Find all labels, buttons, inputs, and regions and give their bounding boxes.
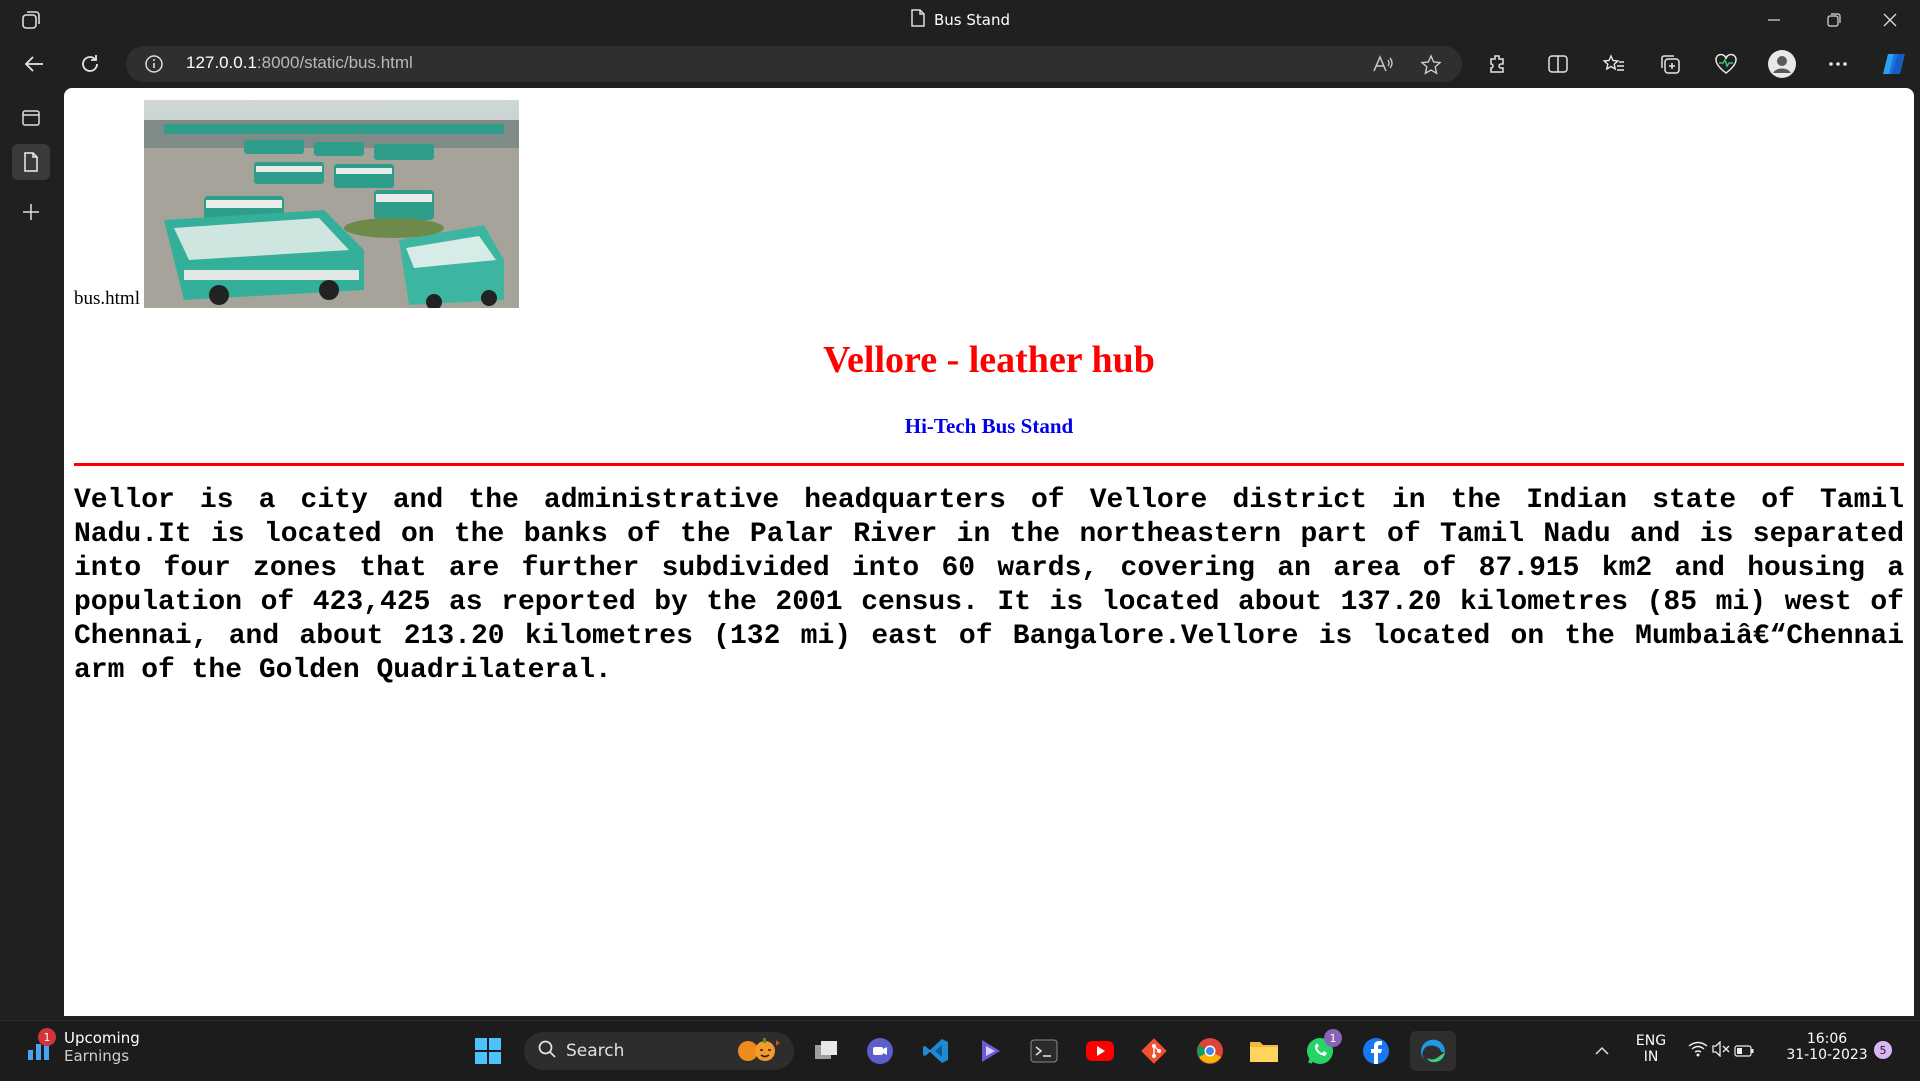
search-highlight-pumpkin-icon: [732, 1034, 788, 1068]
region-code: IN: [1643, 1049, 1659, 1065]
media-player-icon[interactable]: [972, 1033, 1008, 1069]
window-title-text: Bus Stand: [934, 11, 1011, 29]
clock[interactable]: 16:06 31-10-2023: [1772, 1031, 1882, 1063]
profile-avatar[interactable]: [1764, 48, 1800, 80]
browser-essentials-icon[interactable]: [1708, 48, 1744, 80]
widget-title: Upcoming: [64, 1029, 140, 1047]
split-screen-icon[interactable]: [1540, 48, 1576, 80]
sidebar-rail: [0, 88, 64, 1018]
system-tray-status[interactable]: [1684, 1033, 1758, 1069]
read-aloud-icon[interactable]: [1372, 54, 1394, 78]
clock-date: 31-10-2023: [1786, 1047, 1868, 1063]
show-hidden-icons-chevron-icon[interactable]: [1584, 1033, 1620, 1069]
close-button[interactable]: [1862, 0, 1918, 40]
extensions-icon[interactable]: [1480, 48, 1516, 80]
taskbar-search[interactable]: Search: [524, 1032, 794, 1070]
task-view-icon[interactable]: [808, 1033, 844, 1069]
active-tab-page-icon[interactable]: [12, 144, 50, 180]
widgets-button[interactable]: 1 Upcoming Earnings: [24, 1028, 140, 1065]
navigation-bar: 127.0.0.1:8000/static/bus.html: [0, 40, 1920, 88]
clock-time: 16:06: [1806, 1031, 1848, 1047]
vertical-tabs-icon[interactable]: [12, 100, 50, 136]
chrome-icon[interactable]: [1192, 1033, 1228, 1069]
facebook-icon[interactable]: [1358, 1033, 1394, 1069]
description-paragraph: Vellor is a city and the administrative …: [74, 485, 1904, 686]
widget-badge: 1: [38, 1028, 56, 1046]
youtube-icon[interactable]: [1082, 1033, 1118, 1069]
taskbar: 1 Upcoming Earnings Search 1 ENG IN 16:0…: [0, 1020, 1920, 1081]
restore-button[interactable]: [1806, 0, 1862, 40]
more-options-icon[interactable]: [1820, 48, 1856, 80]
start-button[interactable]: [470, 1033, 506, 1069]
page-subheading: Hi-Tech Bus Stand: [904, 414, 1074, 438]
url-path: :8000/static/bus.html: [256, 53, 413, 72]
copilot-icon[interactable]: [1876, 48, 1912, 80]
language-indicator[interactable]: ENG IN: [1626, 1033, 1676, 1065]
favorite-star-icon[interactable]: [1420, 54, 1442, 80]
page-icon: [910, 9, 926, 31]
battery-icon: [1734, 1042, 1754, 1061]
horizontal-rule: [74, 463, 1904, 466]
favorites-icon[interactable]: [1596, 48, 1632, 80]
teams-meet-icon[interactable]: [862, 1033, 898, 1069]
widget-subtitle: Earnings: [64, 1047, 130, 1065]
terminal-icon[interactable]: [1026, 1033, 1062, 1069]
minimize-button[interactable]: [1746, 0, 1802, 40]
vscode-icon[interactable]: [918, 1033, 954, 1069]
url-text[interactable]: 127.0.0.1:8000/static/bus.html: [186, 53, 413, 73]
web-page-content: bus.html Vellore - leather hub Hi-Tech B…: [64, 88, 1914, 1016]
image-row: bus.html: [74, 98, 519, 309]
site-info-icon[interactable]: [144, 54, 164, 78]
search-label: Search: [566, 1041, 625, 1061]
title-bar: Bus Stand: [0, 0, 1920, 40]
stock-chart-icon: 1: [24, 1028, 56, 1062]
back-button[interactable]: [16, 48, 52, 80]
refresh-button[interactable]: [72, 48, 108, 80]
file-explorer-icon[interactable]: [1246, 1033, 1282, 1069]
window-title: Bus Stand: [910, 9, 1010, 31]
whatsapp-badge: 1: [1324, 1029, 1342, 1047]
collections-icon[interactable]: [1652, 48, 1688, 80]
volume-muted-icon: [1712, 1040, 1730, 1061]
edge-icon[interactable]: [1410, 1031, 1456, 1071]
image-alt-text: bus.html: [74, 288, 140, 309]
new-tab-plus-icon[interactable]: [12, 194, 50, 230]
whatsapp-icon[interactable]: 1: [1302, 1029, 1342, 1069]
wifi-icon: [1688, 1041, 1708, 1061]
notification-count-badge[interactable]: 5: [1874, 1041, 1892, 1059]
tab-actions-icon[interactable]: [20, 9, 42, 31]
language-code: ENG: [1635, 1033, 1667, 1049]
bus-stand-photo: [143, 100, 519, 308]
url-host: 127.0.0.1: [186, 53, 257, 72]
git-icon[interactable]: [1136, 1033, 1172, 1069]
address-bar[interactable]: 127.0.0.1:8000/static/bus.html: [126, 46, 1462, 82]
search-icon: [538, 1040, 556, 1062]
page-heading: Vellore - leather hub: [823, 339, 1155, 381]
